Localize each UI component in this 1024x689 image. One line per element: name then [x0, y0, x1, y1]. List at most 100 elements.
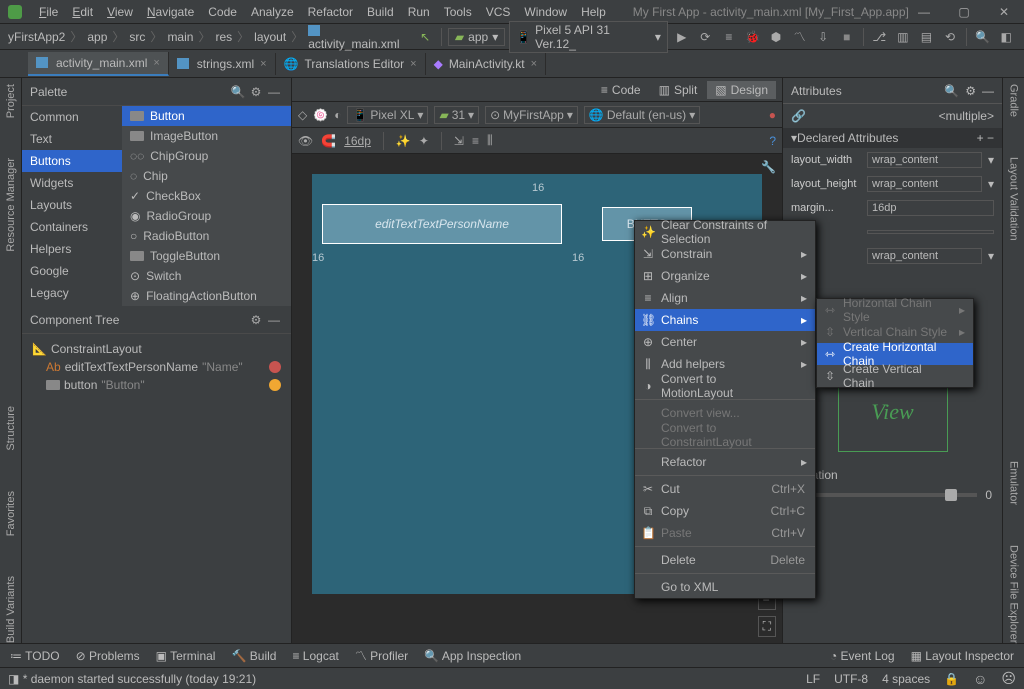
magnet-icon[interactable]: 🧲: [321, 134, 336, 148]
apply-changes-icon[interactable]: ⟳: [695, 27, 715, 47]
menu-edit[interactable]: Edit: [65, 5, 100, 19]
widget-radiogroup[interactable]: ◉RadioGroup: [122, 206, 291, 226]
default-margins[interactable]: 16dp: [344, 134, 371, 148]
eye-icon[interactable]: 👁: [298, 134, 313, 148]
close-icon[interactable]: ×: [153, 57, 159, 69]
coverage-icon[interactable]: ⬢: [766, 27, 786, 47]
lock-icon[interactable]: 🔒: [944, 672, 959, 686]
remove-icon[interactable]: −: [987, 131, 994, 145]
ctx-chains[interactable]: ⛓Chains▸: [635, 309, 815, 331]
theme-selector[interactable]: ⊙ MyFirstApp ▾: [485, 106, 578, 124]
surface-icon[interactable]: ◇: [298, 108, 307, 122]
mode-design[interactable]: ▧ Design: [707, 81, 776, 99]
run-button[interactable]: ▶: [672, 27, 692, 47]
sdk-icon[interactable]: ▤: [917, 27, 937, 47]
sync-icon[interactable]: ⟲: [940, 27, 960, 47]
add-icon[interactable]: +: [977, 131, 984, 145]
bottom-logcat[interactable]: ≡ Logcat: [292, 649, 338, 663]
help-icon[interactable]: ?: [769, 134, 776, 148]
run-config-dropdown[interactable]: ▰app ▾: [448, 28, 505, 46]
tree-root[interactable]: 📐 ConstraintLayout: [28, 340, 285, 358]
link-icon[interactable]: 🔗: [791, 109, 806, 123]
stop-button[interactable]: ■: [837, 27, 857, 47]
ctx-center[interactable]: ⊕Center▸: [635, 331, 815, 353]
widget-togglebutton[interactable]: ToggleButton: [122, 246, 291, 266]
minimize-icon[interactable]: —: [982, 84, 994, 98]
status-expand-icon[interactable]: ◨: [8, 672, 19, 686]
api-selector[interactable]: ▰ 31 ▾: [434, 106, 479, 124]
crumb-file[interactable]: activity_main.xml: [306, 23, 413, 51]
rail-project[interactable]: Project: [5, 84, 17, 118]
apply-code-icon[interactable]: ≡: [719, 27, 739, 47]
mode-code[interactable]: ≡ Code: [593, 81, 649, 99]
ctx-go-to-xml[interactable]: Go to XML: [635, 576, 815, 598]
rail-structure[interactable]: Structure: [5, 406, 17, 451]
cat-widgets[interactable]: Widgets: [22, 172, 122, 194]
cat-layouts[interactable]: Layouts: [22, 194, 122, 216]
tab-strings[interactable]: strings.xml×: [169, 53, 276, 75]
gear-icon[interactable]: ⚙: [965, 84, 976, 98]
rail-gradle[interactable]: Gradle: [1008, 84, 1020, 117]
mode-split[interactable]: ▥ Split: [651, 81, 706, 99]
status-lf[interactable]: LF: [806, 672, 820, 686]
ctx-clear-constraints[interactable]: ✨Clear Constraints of Selection: [635, 221, 815, 243]
feedback-sad-icon[interactable]: ☹: [1001, 670, 1016, 687]
warnings-icon[interactable]: ●: [769, 108, 776, 122]
menu-build[interactable]: Build: [360, 5, 401, 19]
declared-attributes-section[interactable]: ▾ Declared Attributes + −: [783, 128, 1002, 148]
device-selector[interactable]: 📱 Pixel XL ▾: [347, 106, 428, 124]
bottom-event-log[interactable]: ◔ Event Log: [830, 649, 895, 663]
rail-device-file-explorer[interactable]: Device File Explorer: [1008, 545, 1020, 643]
crumb-root[interactable]: yFirstApp2: [6, 30, 67, 44]
bottom-terminal[interactable]: ▣ Terminal: [156, 649, 216, 663]
search-icon[interactable]: 🔍: [973, 27, 993, 47]
widget-radiobutton[interactable]: ○RadioButton: [122, 226, 291, 246]
cat-helpers[interactable]: Helpers: [22, 238, 122, 260]
rail-resource-manager[interactable]: Resource Manager: [5, 158, 17, 252]
ctx-constrain[interactable]: ⇲Constrain▸: [635, 243, 815, 265]
cat-common[interactable]: Common: [22, 106, 122, 128]
close-icon[interactable]: ×: [260, 58, 266, 70]
cat-containers[interactable]: Containers: [22, 216, 122, 238]
bottom-app-inspection[interactable]: 🔍 App Inspection: [424, 649, 521, 663]
menu-navigate[interactable]: Navigate: [140, 5, 201, 19]
rotation-slider[interactable]: [807, 493, 977, 497]
gear-icon[interactable]: ⚙: [247, 313, 265, 327]
crumb-res[interactable]: res: [213, 30, 234, 44]
ctx-copy[interactable]: ⧉CopyCtrl+C: [635, 500, 815, 522]
widget-checkbox[interactable]: ✓CheckBox: [122, 186, 291, 206]
attr-layout-height[interactable]: layout_height wrap_content▾: [783, 172, 1002, 196]
clear-constraints-icon[interactable]: ✨: [396, 134, 411, 148]
widget-fab[interactable]: ⊕FloatingActionButton: [122, 286, 291, 306]
infer-constraints-icon[interactable]: ✦: [419, 134, 429, 148]
tab-translations[interactable]: 🌐Translations Editor×: [276, 53, 426, 75]
menu-file[interactable]: File: [32, 5, 65, 19]
align-icon[interactable]: ≡: [472, 134, 479, 148]
bottom-todo[interactable]: ≔ TODO: [10, 649, 60, 663]
menu-help[interactable]: Help: [574, 5, 613, 19]
ctx-cut[interactable]: ✂CutCtrl+X: [635, 478, 815, 500]
menu-code[interactable]: Code: [201, 5, 244, 19]
rail-favorites[interactable]: Favorites: [5, 491, 17, 536]
attr-layout-width[interactable]: layout_width wrap_content▾: [783, 148, 1002, 172]
cat-legacy[interactable]: Legacy: [22, 282, 122, 304]
search-icon[interactable]: 🔍: [944, 84, 959, 98]
bottom-profiler[interactable]: 〽 Profiler: [355, 647, 408, 664]
crumb-main[interactable]: main: [165, 30, 195, 44]
maximize-button[interactable]: ▢: [944, 0, 984, 24]
ctx-organize[interactable]: ⊞Organize▸: [635, 265, 815, 287]
zoom-fit-icon[interactable]: ⛶: [758, 616, 776, 637]
submenu-create-vertical-chain[interactable]: ⇳Create Vertical Chain: [817, 365, 973, 387]
menu-run[interactable]: Run: [401, 5, 437, 19]
tab-activity-main[interactable]: activity_main.xml×: [28, 52, 169, 76]
bottom-layout-inspector[interactable]: ▦ Layout Inspector: [911, 649, 1014, 663]
crumb-src[interactable]: src: [127, 30, 147, 44]
debug-button[interactable]: 🐞: [743, 27, 763, 47]
tree-edittext[interactable]: Ab editTextTextPersonName "Name": [28, 358, 285, 376]
status-indent[interactable]: 4 spaces: [882, 672, 930, 686]
status-encoding[interactable]: UTF-8: [834, 672, 868, 686]
cat-google[interactable]: Google: [22, 260, 122, 282]
menu-refactor[interactable]: Refactor: [301, 5, 360, 19]
close-icon[interactable]: ×: [531, 58, 537, 70]
widget-button[interactable]: Button: [122, 106, 291, 126]
